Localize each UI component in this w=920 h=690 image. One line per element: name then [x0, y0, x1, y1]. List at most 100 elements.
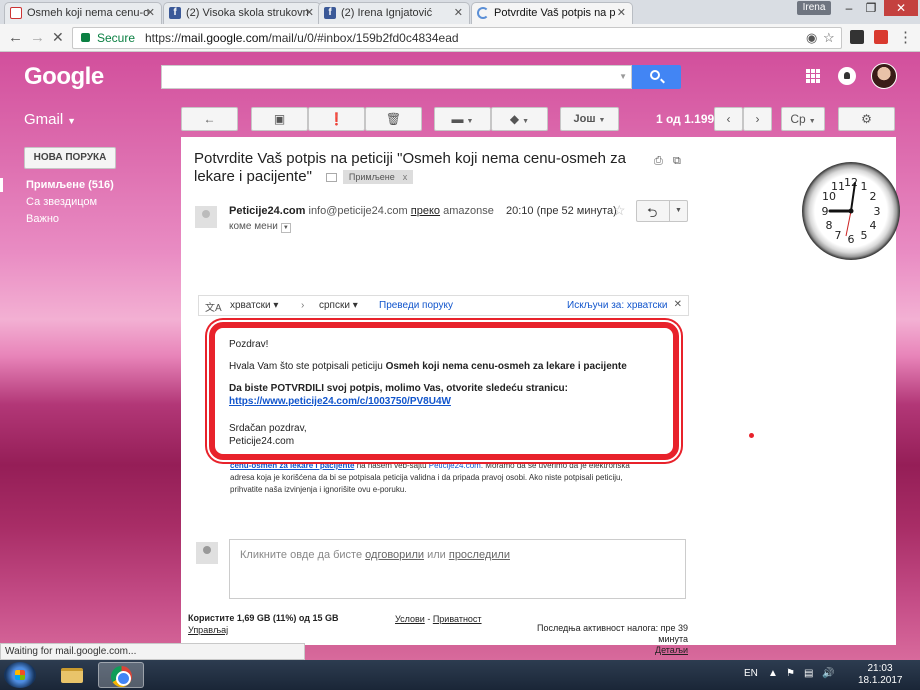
close-icon[interactable]: ✕: [146, 3, 155, 23]
svg-text:7: 7: [835, 229, 842, 242]
close-window-button[interactable]: ✕: [884, 0, 918, 16]
remove-label-icon[interactable]: x: [403, 172, 408, 182]
delete-button[interactable]: 🗑: [365, 107, 422, 131]
sender-email: info@peticije24.com: [308, 205, 408, 217]
svg-text:5: 5: [861, 229, 868, 242]
windows-logo-icon: [15, 670, 25, 680]
reply-link[interactable]: одговорили: [365, 549, 424, 561]
pager-count: 1 од 1.199: [656, 112, 715, 126]
system-clock[interactable]: 21:03 18.1.2017: [858, 663, 903, 687]
back-arrow-icon[interactable]: ←: [8, 29, 23, 46]
folder-icon: ▬: [451, 112, 464, 126]
close-icon[interactable]: ✕: [674, 299, 682, 310]
terms-link[interactable]: Услови: [395, 614, 425, 624]
facebook-icon: f: [324, 7, 336, 19]
bookmark-star-icon[interactable]: ☆: [823, 30, 835, 46]
gmail-app-switcher[interactable]: Gmail ▼: [24, 111, 76, 128]
sidebar-item-inbox[interactable]: Примљене (516): [26, 179, 114, 191]
apps-grid-icon[interactable]: [806, 69, 820, 83]
sidebar-item-important[interactable]: Важно: [26, 213, 59, 225]
storage-text: Користите 1,69 GB (11%) од 15 GB: [188, 613, 339, 623]
sender-name[interactable]: Peticije24.com: [229, 205, 305, 217]
settings-button[interactable]: ⚙: [838, 107, 895, 131]
clock-gadget[interactable]: 12 1 2 345 678 9 10 11: [802, 162, 900, 260]
address-bar[interactable]: Secure https://mail.google.com/mail/u/0/…: [72, 27, 842, 49]
browser-tab-3[interactable]: f (2) Irena Ignjatović ✕: [318, 2, 470, 24]
chevron-down-icon[interactable]: ▼: [280, 223, 291, 233]
language-indicator[interactable]: EN: [744, 668, 758, 679]
turn-off-translation-link[interactable]: Искључи за: хрватски: [567, 300, 667, 311]
confirm-text: Da biste POTVRDILI svoj potpis, molimo V…: [229, 383, 568, 394]
avatar[interactable]: [871, 63, 897, 89]
highlighted-message-body: Pozdrav! Hvala Vam što ste potpisali pet…: [209, 322, 679, 460]
archive-button[interactable]: ▣: [251, 107, 308, 131]
forward-arrow-icon[interactable]: →: [30, 29, 45, 46]
system-time: 21:03: [867, 663, 893, 674]
browser-tab-1[interactable]: Osmeh koji nema cenu-o ✕: [4, 2, 162, 24]
close-icon[interactable]: ✕: [454, 3, 463, 23]
more-actions-dropdown[interactable]: ▼: [669, 201, 687, 221]
action-center-flag-icon[interactable]: ⚑: [786, 668, 795, 679]
source-language-select[interactable]: хрватски ▾: [230, 300, 278, 311]
network-icon[interactable]: ▤: [804, 668, 813, 679]
forward-link[interactable]: проследили: [449, 549, 510, 561]
show-hidden-icons-icon[interactable]: ▲: [768, 668, 778, 679]
print-icon[interactable]: ⎙: [654, 155, 663, 168]
new-window-icon[interactable]: ⧉: [673, 155, 681, 168]
search-input[interactable]: ▼: [161, 65, 632, 89]
privacy-link[interactable]: Приватност: [433, 614, 482, 624]
maximize-button[interactable]: ❐: [857, 0, 885, 16]
google-logo[interactable]: Google: [24, 63, 104, 91]
details-link[interactable]: Детаљи: [655, 645, 688, 655]
close-icon[interactable]: ✕: [617, 3, 626, 23]
stop-loading-icon[interactable]: ✕: [52, 29, 64, 46]
clock-face: 12 12 345 678 91011: [822, 176, 881, 246]
back-to-inbox-button[interactable]: ←: [181, 107, 238, 131]
newer-button[interactable]: ‹: [714, 107, 743, 131]
eye-icon[interactable]: ◉: [806, 30, 817, 46]
petition-link[interactable]: cenu-osmeh za lekare i pacijente: [230, 461, 355, 470]
chrome-icon: [111, 666, 132, 687]
notifications-bell-icon[interactable]: [838, 67, 856, 85]
lang-label: Ср: [790, 112, 806, 126]
sidebar-item-starred[interactable]: Са звездицом: [26, 196, 97, 208]
move-to-button[interactable]: ▬ ▼: [434, 107, 491, 131]
compose-button[interactable]: НОВА ПОРУКА: [24, 147, 116, 169]
more-button[interactable]: Још ▼: [560, 107, 619, 131]
via-link[interactable]: преко: [411, 205, 440, 217]
search-icon: [650, 70, 660, 80]
chevron-down-icon[interactable]: ▼: [619, 72, 627, 81]
report-spam-button[interactable]: ❗: [308, 107, 365, 131]
reply-prefix: Кликните овде да бисте: [240, 549, 363, 561]
reply-box[interactable]: Кликните овде да бисте одговорили или пр…: [229, 539, 686, 599]
chevron-right-icon: ›: [755, 112, 760, 126]
extension-icon[interactable]: [850, 30, 864, 44]
taskbar-explorer[interactable]: [48, 662, 94, 688]
browser-tab-4-active[interactable]: Potvrdite Vaš potpis na p ✕: [471, 2, 633, 24]
extension-icon[interactable]: [874, 30, 888, 44]
reply-button[interactable]: ⮌ ▼: [636, 200, 688, 222]
taskbar-chrome[interactable]: [98, 662, 144, 688]
labels-button[interactable]: ◆ ▼: [491, 107, 548, 131]
older-button[interactable]: ›: [743, 107, 772, 131]
reply-placeholder: Кликните овде да бисте одговорили или пр…: [240, 549, 510, 561]
importance-marker-icon[interactable]: [325, 172, 337, 182]
url-text[interactable]: https://mail.google.com/mail/u/0/#inbox/…: [145, 31, 459, 45]
star-icon[interactable]: ☆: [613, 202, 626, 219]
menu-kebab-icon[interactable]: ⋮: [898, 28, 913, 46]
recipient-line[interactable]: коме мени ▼: [229, 221, 291, 233]
target-language-select[interactable]: српски ▾: [319, 300, 358, 311]
label-chip[interactable]: Примљене x: [342, 170, 414, 185]
red-dot-marker: [749, 433, 754, 438]
site-link[interactable]: Peticije24.com: [429, 461, 481, 470]
close-icon[interactable]: ✕: [305, 3, 314, 23]
confirm-link[interactable]: https://www.peticije24.com/c/1003750/PV8…: [229, 396, 451, 407]
input-language-button[interactable]: Ср ▼: [781, 107, 825, 131]
translate-message-link[interactable]: Преведи поруку: [379, 300, 453, 311]
profile-badge[interactable]: Irena: [797, 1, 831, 15]
search-button[interactable]: [632, 65, 681, 89]
manage-link[interactable]: Управљај: [188, 625, 228, 635]
start-button[interactable]: [4, 662, 36, 688]
volume-icon[interactable]: 🔊: [822, 668, 834, 679]
browser-tab-2[interactable]: f (2) Visoka skola strukovn ✕: [163, 2, 321, 24]
